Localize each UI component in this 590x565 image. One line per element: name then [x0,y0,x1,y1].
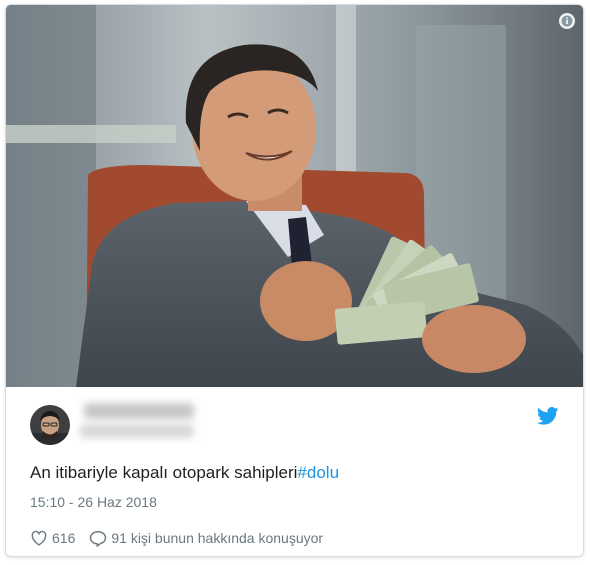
heart-icon [31,530,47,546]
tweet-footer: An itibariyle kapalı otopark sahipleri#d… [6,387,583,556]
conversation-link[interactable]: 91 kişi bunun hakkında konuşuyor [89,530,323,547]
info-icon[interactable] [559,13,575,29]
conversation-label: 91 kişi bunun hakkında konuşuyor [111,530,324,546]
tweet-body: An itibariyle kapalı otopark sahipleri [30,463,298,482]
handle-blur [80,424,194,438]
author-name-redacted[interactable] [80,403,280,443]
twitter-bird-icon[interactable] [536,407,561,427]
speech-bubble-icon [90,530,107,547]
hashtag-link[interactable]: #dolu [297,463,339,482]
tweet-actions: 616 91 kişi bunun hakkında konuşuyor [30,527,337,549]
display-name-blur [84,403,194,419]
tweet-text: An itibariyle kapalı otopark sahipleri#d… [30,463,339,483]
tweet-card: An itibariyle kapalı otopark sahipleri#d… [5,4,584,557]
avatar[interactable] [30,405,70,445]
like-button[interactable]: 616 [30,530,75,546]
tweet-timestamp[interactable]: 15:10 - 26 Haz 2018 [30,494,157,510]
likes-count: 616 [52,530,76,546]
photo-man-with-money [6,5,583,387]
tweet-photo[interactable] [6,5,583,387]
